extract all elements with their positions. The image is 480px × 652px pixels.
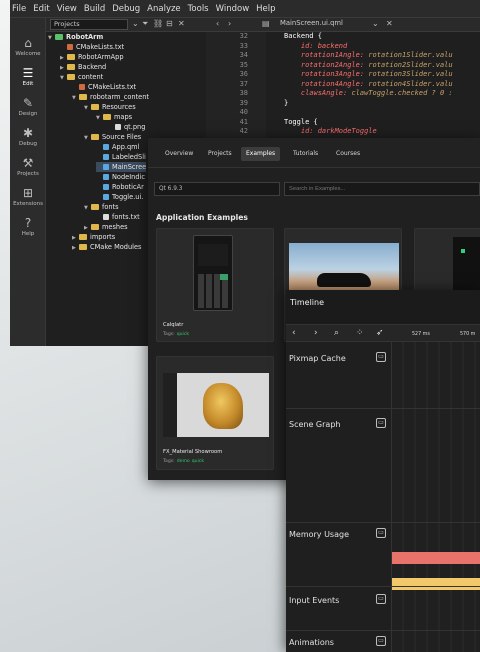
code-token: rotation4Slider.valu	[368, 79, 453, 88]
code-token: rotation1Slider.valu	[368, 51, 453, 59]
calc-equals-key	[220, 274, 228, 280]
status-dot	[461, 249, 465, 253]
code-line: rotation3Angle: rotation3Slider.valu	[284, 70, 453, 78]
section-title: Application Examples	[156, 213, 248, 222]
code-token: rotation4Angle:	[284, 79, 369, 88]
tab-courses[interactable]: Courses	[331, 147, 365, 161]
code-line: rotation1Angle: rotation1Slider.valu	[284, 51, 453, 59]
code-token: rotation2Slider.valu	[368, 60, 453, 69]
cursor-icon[interactable]: ➶	[376, 327, 384, 339]
tag[interactable]: quick	[192, 459, 204, 464]
category-scene-graph[interactable]: Scene Graph	[289, 420, 340, 429]
line-number: 39	[239, 98, 248, 107]
tab-examples[interactable]: Examples	[241, 147, 281, 161]
line-number: 33	[239, 41, 248, 50]
expand-icon[interactable]: ▭	[376, 352, 386, 362]
code-line: rotation4Angle: rotation4Slider.valu	[284, 80, 453, 88]
card-tags: Tags: demo quick	[163, 459, 204, 464]
card-title: Calqlatr	[163, 322, 184, 328]
dragon-model	[203, 383, 243, 429]
code-token: darkModeToggle	[317, 127, 377, 135]
timeline-categories	[286, 342, 392, 652]
category-animations[interactable]: Animations	[289, 638, 334, 647]
car-shape	[317, 273, 371, 287]
code-token: id:	[284, 127, 318, 135]
forward-icon[interactable]: ›	[314, 327, 318, 339]
example-card-calqlatr[interactable]: Calqlatr Tags: quick	[156, 228, 274, 342]
code-token: clawsAngle:	[284, 89, 352, 97]
code-token: rotation2Angle:	[284, 60, 369, 69]
card-tags: Tags: quick	[163, 332, 189, 337]
line-number: 40	[239, 108, 248, 116]
code-token: Backend {	[284, 32, 322, 40]
search-icon[interactable]: ⌕	[334, 327, 339, 339]
card-title: FX_Material Showroom	[163, 449, 223, 455]
time-tick: 570 m	[460, 332, 476, 337]
expand-icon[interactable]: ▭	[376, 418, 386, 428]
code-token: rotation1Angle:	[284, 51, 369, 59]
example-card-fx-material[interactable]: FX_Material Showroom Tags: demo quick	[156, 356, 274, 470]
memory-usage-bar-top[interactable]	[392, 552, 480, 564]
tab-overview[interactable]: Overview	[160, 147, 198, 161]
tag[interactable]: demo	[177, 459, 190, 464]
range-select-icon[interactable]: ⁘	[356, 327, 364, 339]
tags-label: Tags:	[163, 459, 175, 464]
divider	[286, 586, 480, 587]
category-memory-usage[interactable]: Memory Usage	[289, 530, 349, 539]
code-token: Toggle {	[284, 117, 318, 126]
welcome-tabs: Overview Projects Examples Tutorials Cou…	[148, 138, 480, 168]
line-number: 41	[239, 117, 248, 126]
divider	[286, 522, 480, 523]
timeline-window: Timeline ‹ › ⌕ ⁘ ➶ 527 ms 570 m Pixmap C…	[286, 290, 480, 652]
timeline-title: Timeline	[290, 298, 325, 307]
divider	[286, 408, 480, 409]
line-number: 34	[239, 51, 248, 59]
code-token: backend	[317, 41, 348, 50]
tab-projects[interactable]: Projects	[203, 147, 237, 161]
divider	[286, 630, 480, 631]
timeline-lanes[interactable]	[392, 342, 480, 652]
expand-icon[interactable]: ▭	[376, 594, 386, 604]
memory-usage-bar-bottom[interactable]	[392, 578, 480, 590]
code-line: id: darkModeToggle	[284, 127, 377, 135]
code-line: }	[284, 99, 288, 107]
code-token: id:	[284, 41, 318, 50]
category-pixmap-cache[interactable]: Pixmap Cache	[289, 354, 346, 363]
category-input-events[interactable]: Input Events	[289, 596, 339, 605]
examples-search-input[interactable]	[284, 182, 480, 196]
tags-label: Tags:	[163, 332, 175, 337]
line-number: 37	[239, 79, 248, 88]
showroom-sidebar	[163, 373, 177, 437]
line-number: 36	[239, 70, 248, 78]
expand-icon[interactable]: ▭	[376, 528, 386, 538]
line-number: 38	[239, 89, 248, 97]
code-line: Backend {	[284, 32, 322, 40]
code-line: id: backend	[284, 42, 347, 50]
code-token: rotation3Angle:	[284, 70, 369, 78]
time-tick: 527 ms	[412, 332, 430, 337]
line-number: 42	[239, 127, 248, 135]
tab-tutorials[interactable]: Tutorials	[288, 147, 323, 161]
code-line: rotation2Angle: rotation2Slider.valu	[284, 61, 453, 69]
tag[interactable]: quick	[177, 332, 189, 337]
calculator-thumbnail	[193, 235, 233, 311]
back-icon[interactable]: ‹	[292, 327, 296, 339]
code-token: }	[284, 98, 289, 107]
code-token: rotation3Slider.valu	[368, 70, 453, 78]
calc-display	[198, 244, 228, 266]
line-number: 32	[239, 32, 248, 40]
code-line: Toggle {	[284, 118, 318, 126]
code-token: clawToggle.checked ? 0 :	[351, 89, 457, 97]
expand-icon[interactable]: ▭	[376, 636, 386, 646]
qt-version-select[interactable]: Qt 6.9.3	[154, 182, 280, 196]
showroom-thumbnail	[163, 373, 269, 437]
line-number: 35	[239, 60, 248, 69]
code-line: clawsAngle: clawToggle.checked ? 0 :	[284, 89, 457, 97]
